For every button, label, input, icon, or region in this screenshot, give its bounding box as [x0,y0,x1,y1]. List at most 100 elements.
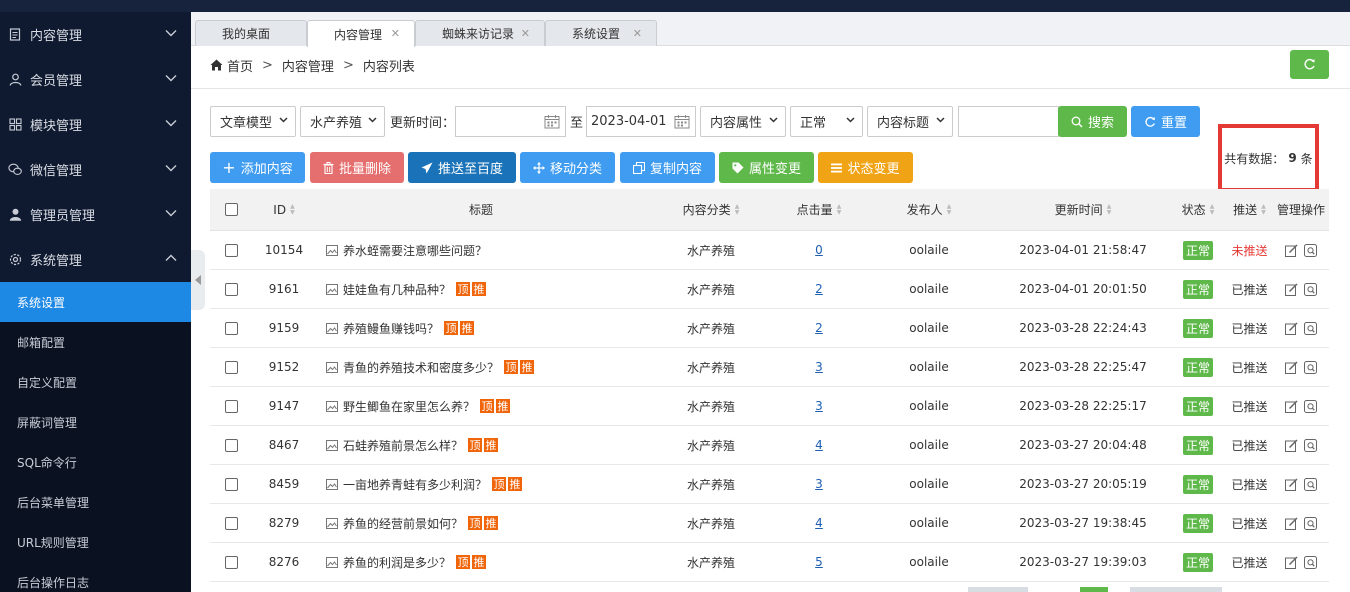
row-title-link[interactable]: 养鱼的经营前景如何？ [343,515,463,532]
date-to-input[interactable]: 2023-04-01 [586,106,696,137]
row-hits-link[interactable]: 0 [815,243,823,257]
status-badge[interactable]: 正常 [1182,435,1213,455]
status-badge[interactable]: 正常 [1182,474,1213,494]
sidebar-collapse-handle[interactable] [191,250,205,310]
preview-icon[interactable] [1304,438,1317,452]
close-icon[interactable]: ✕ [633,27,642,40]
close-icon[interactable]: ✕ [391,27,400,40]
tab-content-manage[interactable]: 内容管理 ✕ [307,20,415,47]
sidebar-menu-admins[interactable]: 管理员管理 [0,192,191,237]
reset-button[interactable]: 重置 [1131,106,1200,137]
tab-spider-log[interactable]: 蜘蛛来访记录 ✕ [415,20,545,46]
field-select[interactable]: 内容标题 [867,106,953,137]
sidebar-item-blocked-words[interactable]: 屏蔽词管理 [0,402,191,442]
edit-icon[interactable] [1285,516,1298,530]
edit-icon[interactable] [1285,321,1298,335]
row-checkbox[interactable] [224,438,238,452]
breadcrumb-level1[interactable]: 内容管理 [282,56,334,75]
close-icon[interactable]: ✕ [521,27,530,40]
date-from-input[interactable] [455,106,566,137]
row-title-link[interactable]: 青鱼的养殖技术和密度多少？ [343,359,499,376]
header-publisher[interactable]: 发布人 ▲ ▼ [862,189,996,230]
preview-icon[interactable] [1304,243,1317,257]
refresh-button[interactable] [1290,50,1329,79]
edit-icon[interactable] [1285,477,1298,491]
preview-icon[interactable] [1304,555,1317,569]
row-title-link[interactable]: 养水蛭需要注意哪些问题？ [343,242,487,259]
preview-icon[interactable] [1304,360,1317,374]
add-content-button[interactable]: + 添加内容 [210,152,305,183]
search-button[interactable]: 搜索 [1058,106,1127,137]
header-category[interactable]: 内容分类 ▲ ▼ [646,189,776,230]
status-select[interactable]: 正常 [790,106,863,137]
row-hits-link[interactable]: 4 [815,438,823,452]
status-badge[interactable]: 正常 [1182,357,1213,377]
category-select[interactable]: 水产养殖 [300,106,385,137]
edit-icon[interactable] [1285,438,1298,452]
row-title-link[interactable]: 野生鲫鱼在家里怎么养？ [343,398,475,415]
status-badge[interactable]: 正常 [1182,552,1213,572]
sidebar-menu-wechat[interactable]: 微信管理 [0,147,191,192]
status-badge[interactable]: 正常 [1182,396,1213,416]
row-checkbox[interactable] [224,243,238,257]
keyword-input[interactable] [958,106,1059,137]
select-all-checkbox[interactable] [224,203,238,216]
header-push[interactable]: 推送 ▲ ▼ [1226,189,1273,230]
status-badge[interactable]: 正常 [1182,240,1213,260]
row-checkbox[interactable] [224,360,238,374]
preview-icon[interactable] [1304,477,1317,491]
attribute-select[interactable]: 内容属性 [700,106,786,137]
breadcrumb-home[interactable]: 首页 [227,56,253,75]
tab-system-settings[interactable]: 系统设置 ✕ [545,20,657,46]
edit-icon[interactable] [1285,282,1298,296]
header-id[interactable]: ID ▲ ▼ [252,189,316,230]
row-checkbox[interactable] [224,321,238,335]
row-title-link[interactable]: 养鱼的利润是多少？ [343,554,451,571]
sidebar-menu-modules[interactable]: 模块管理 [0,102,191,147]
header-hits[interactable]: 点击量 ▲ ▼ [776,189,862,230]
sidebar-item-url-rules[interactable]: URL规则管理 [0,522,191,562]
batch-delete-button[interactable]: 批量删除 [310,152,404,183]
header-updated[interactable]: 更新时间 ▲ ▼ [996,189,1170,230]
status-badge[interactable]: 正常 [1182,318,1213,338]
model-select[interactable]: 文章模型 [210,106,296,137]
sidebar-item-menu-manage[interactable]: 后台菜单管理 [0,482,191,522]
sidebar-item-custom-config[interactable]: 自定义配置 [0,362,191,402]
row-title-link[interactable]: 养殖鳗鱼赚钱吗？ [343,320,439,337]
row-checkbox[interactable] [224,555,238,569]
row-title-link[interactable]: 石蛙养殖前景怎么样？ [343,437,463,454]
edit-icon[interactable] [1285,243,1298,257]
status-change-button[interactable]: 状态变更 [818,152,913,183]
move-category-button[interactable]: 移动分类 [520,152,615,183]
edit-icon[interactable] [1285,399,1298,413]
row-checkbox[interactable] [224,516,238,530]
row-hits-link[interactable]: 2 [815,282,823,296]
row-checkbox[interactable] [224,282,238,296]
sidebar-item-operation-log[interactable]: 后台操作日志 [0,562,191,592]
sidebar-menu-members[interactable]: 会员管理 [0,57,191,102]
status-badge[interactable]: 正常 [1182,279,1213,299]
edit-icon[interactable] [1285,555,1298,569]
row-hits-link[interactable]: 4 [815,516,823,530]
push-baidu-button[interactable]: 推送至百度 [408,152,516,183]
row-title-link[interactable]: 一亩地养青蛙有多少利润？ [343,476,487,493]
sidebar-item-sql-console[interactable]: SQL命令行 [0,442,191,482]
preview-icon[interactable] [1304,282,1317,296]
preview-icon[interactable] [1304,321,1317,335]
sidebar-menu-content[interactable]: 内容管理 [0,12,191,57]
tab-desktop[interactable]: 我的桌面 [195,20,307,46]
row-checkbox[interactable] [224,399,238,413]
row-hits-link[interactable]: 3 [815,360,823,374]
sidebar-menu-system[interactable]: 系统管理 [0,237,191,282]
row-hits-link[interactable]: 3 [815,399,823,413]
preview-icon[interactable] [1304,399,1317,413]
edit-icon[interactable] [1285,360,1298,374]
row-hits-link[interactable]: 3 [815,477,823,491]
row-hits-link[interactable]: 5 [815,555,823,569]
copy-content-button[interactable]: 复制内容 [620,152,715,183]
row-checkbox[interactable] [224,477,238,491]
sidebar-item-mail-config[interactable]: 邮箱配置 [0,322,191,362]
row-hits-link[interactable]: 2 [815,321,823,335]
preview-icon[interactable] [1304,516,1317,530]
row-title-link[interactable]: 娃娃鱼有几种品种？ [343,281,451,298]
